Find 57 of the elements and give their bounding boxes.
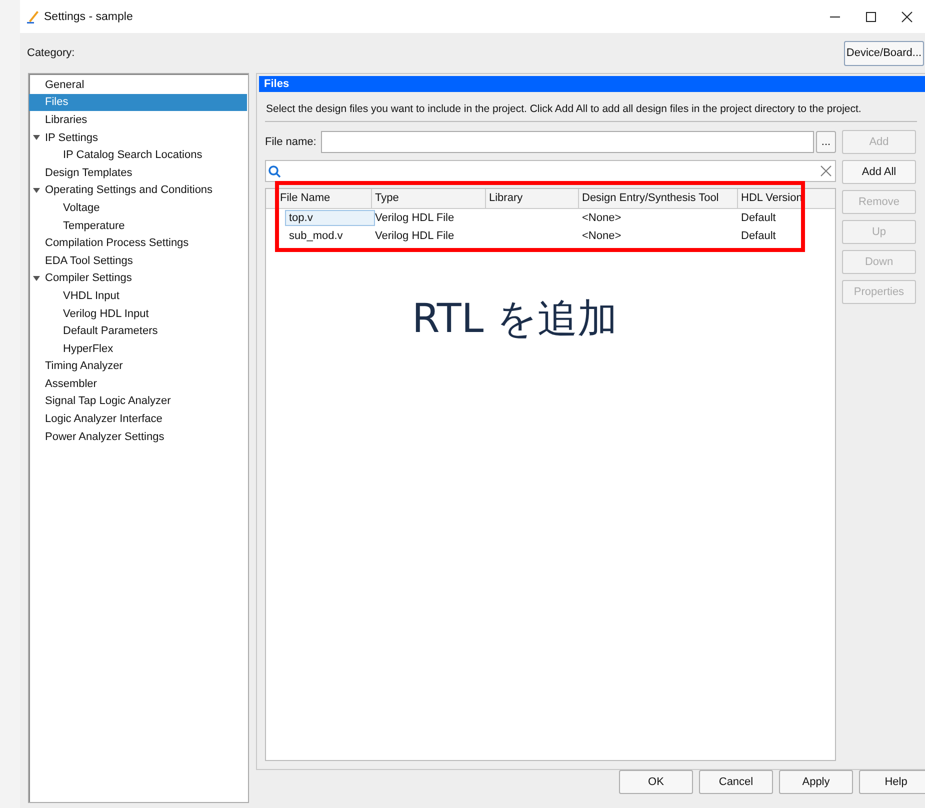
table-cell: Default [741,230,776,242]
column-header[interactable]: Type [372,189,486,208]
tree-item[interactable]: Compilation Process Settings [29,234,247,252]
dialog-button[interactable]: Cancel [699,770,773,794]
tree-item[interactable]: IP Settings [29,128,247,146]
table-cell: Verilog HDL File [375,212,454,224]
table-cell: <None> [582,230,622,242]
tree-item[interactable]: Voltage [29,199,247,217]
side-button[interactable]: Add All [842,160,916,184]
tree-item[interactable]: Default Parameters [29,322,247,340]
tree-item[interactable]: General [29,76,247,94]
device-board-button[interactable]: Device/Board... [844,40,924,66]
table-cell: Verilog HDL File [375,230,454,242]
table-cell: Default [741,212,776,224]
dialog-button[interactable]: Help [859,770,925,794]
tree-item[interactable]: Assembler [29,375,247,393]
tree-item[interactable]: VHDL Input [29,287,247,305]
tree-item[interactable]: Temperature [29,216,247,234]
browse-button[interactable]: ... [816,131,836,153]
file-name-field[interactable] [321,131,814,153]
table-cell[interactable]: top.v [285,210,375,226]
tree-item[interactable]: Files [29,94,247,112]
tree-item[interactable]: Signal Tap Logic Analyzer [29,392,247,410]
tree-item[interactable]: IP Catalog Search Locations [29,146,247,164]
maximize-icon [865,10,877,22]
expand-triangle-icon[interactable] [33,135,40,140]
close-icon [901,10,913,22]
tree-item[interactable]: Logic Analyzer Interface [29,410,247,428]
tree-item[interactable]: Design Templates [29,164,247,182]
tree-item[interactable]: HyperFlex [29,340,247,358]
category-label: Category: [27,47,76,59]
tree-item[interactable]: Operating Settings and Conditions [29,182,247,200]
column-header[interactable]: HDL Version [738,189,804,208]
window-title: Settings - sample [44,10,133,22]
column-header[interactable]: Library [486,189,579,208]
clear-icon[interactable] [820,165,832,177]
column-header[interactable]: Design Entry/Synthesis Tool [579,189,738,208]
dialog-button[interactable]: OK [619,770,693,794]
expand-triangle-icon[interactable] [33,188,40,193]
table-cell: <None> [582,212,622,224]
annotation-text: RTL を追加 [412,295,618,344]
dialog-button[interactable]: Apply [779,770,853,794]
pencil-icon [26,8,40,24]
search-icon [268,164,281,178]
file-name-label: File name: [265,136,318,148]
tree-item[interactable]: Verilog HDL Input [29,304,247,322]
table-cell[interactable]: sub_mod.v [285,228,375,244]
tree-item[interactable]: Power Analyzer Settings [29,428,247,446]
tree-item[interactable]: EDA Tool Settings [29,252,247,270]
description-text: Select the design files you want to include in the project. Click Add All to add all design files in the project directory to the project. [265,102,862,115]
tree-item[interactable]: Timing Analyzer [29,358,247,376]
expand-triangle-icon[interactable] [33,276,40,281]
tree-item[interactable]: Libraries [29,111,247,129]
tree-item[interactable]: Compiler Settings [29,270,247,288]
column-header[interactable]: File Name [266,189,372,208]
panel-header: Files [259,76,925,92]
search-field[interactable] [265,160,836,182]
